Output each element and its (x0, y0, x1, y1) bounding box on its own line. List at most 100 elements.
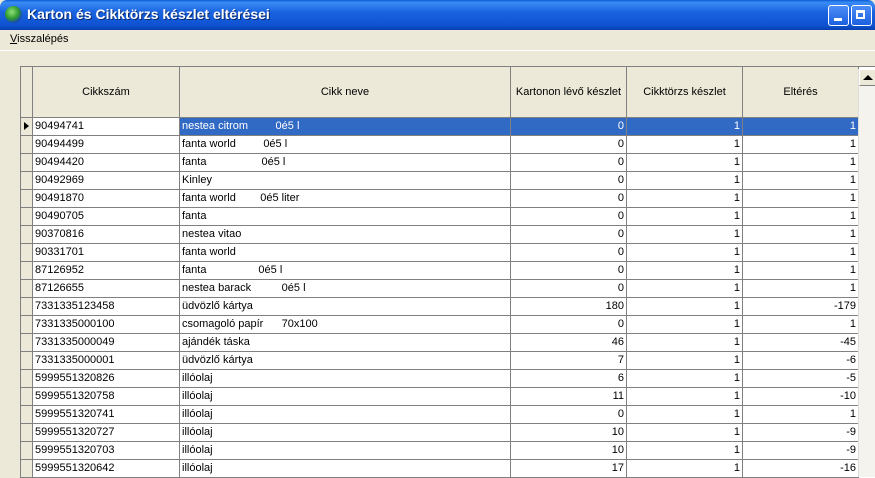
cell-difference[interactable]: -5 (743, 370, 859, 388)
cell-card-stock[interactable]: 0 (511, 316, 627, 334)
row-selector[interactable] (21, 154, 33, 172)
col-header-master-stock[interactable]: Cikktörzs készlet (627, 67, 743, 118)
cell-difference[interactable]: -9 (743, 442, 859, 460)
cell-item-number[interactable]: 90490705 (33, 208, 180, 226)
cell-master-stock[interactable]: 1 (627, 460, 743, 478)
table-row[interactable]: 7331335000049 ajándék táska 46 1 -45 (33, 334, 859, 352)
cell-master-stock[interactable]: 1 (627, 280, 743, 298)
cell-master-stock[interactable]: 1 (627, 190, 743, 208)
cell-item-name[interactable]: fanta world 0é5 liter (180, 190, 511, 208)
cell-master-stock[interactable]: 1 (627, 172, 743, 190)
cell-master-stock[interactable]: 1 (627, 370, 743, 388)
table-row[interactable]: 7331335123458 üdvözlő kártya 180 1 -179 (33, 298, 859, 316)
cell-item-name[interactable]: illóolaj (180, 460, 511, 478)
cell-card-stock[interactable]: 0 (511, 118, 627, 136)
minimize-button[interactable] (828, 5, 849, 26)
row-selector[interactable] (21, 208, 33, 226)
cell-card-stock[interactable]: 0 (511, 244, 627, 262)
col-header-difference[interactable]: Eltérés (743, 67, 859, 118)
cell-card-stock[interactable]: 17 (511, 460, 627, 478)
table-row[interactable]: 5999551320703 illóolaj 10 1 -9 (33, 442, 859, 460)
cell-card-stock[interactable]: 0 (511, 154, 627, 172)
cell-card-stock[interactable]: 0 (511, 208, 627, 226)
table-row[interactable]: 5999551320642 illóolaj 17 1 -16 (33, 460, 859, 478)
cell-master-stock[interactable]: 1 (627, 208, 743, 226)
cell-master-stock[interactable]: 1 (627, 154, 743, 172)
table-row[interactable]: 87126952 fanta 0é5 l011 (33, 262, 859, 280)
row-selector[interactable] (21, 370, 33, 388)
cell-difference[interactable]: -16 (743, 460, 859, 478)
cell-item-number[interactable]: 87126655 (33, 280, 180, 298)
current-row-indicator[interactable] (21, 118, 33, 136)
cell-card-stock[interactable]: 0 (511, 172, 627, 190)
col-header-item-number[interactable]: Cikkszám (33, 67, 180, 118)
table-row[interactable]: 87126655 nestea barack 0é5 l011 (33, 280, 859, 298)
cell-master-stock[interactable]: 1 (627, 298, 743, 316)
data-grid[interactable]: Cikkszám Cikk neve Kartonon lévő készlet Ci… (20, 66, 875, 478)
cell-difference[interactable]: 1 (743, 316, 859, 334)
cell-difference[interactable]: 1 (743, 262, 859, 280)
cell-item-number[interactable]: 7331335123458 (33, 298, 180, 316)
row-selector[interactable] (21, 136, 33, 154)
cell-item-name[interactable]: fanta 0é5 l (180, 262, 511, 280)
cell-item-number[interactable]: 5999551320741 (33, 406, 180, 424)
cell-master-stock[interactable]: 1 (627, 136, 743, 154)
cell-difference[interactable]: 1 (743, 226, 859, 244)
cell-item-number[interactable]: 7331335000049 (33, 334, 180, 352)
cell-item-number[interactable]: 90494741 (33, 118, 180, 136)
col-header-item-name[interactable]: Cikk neve (180, 67, 511, 118)
cell-card-stock[interactable]: 11 (511, 388, 627, 406)
cell-item-name[interactable]: nestea vitao (180, 226, 511, 244)
cell-difference[interactable]: 1 (743, 172, 859, 190)
cell-item-name[interactable]: nestea barack 0é5 l (180, 280, 511, 298)
cell-item-number[interactable]: 90370816 (33, 226, 180, 244)
cell-card-stock[interactable]: 0 (511, 190, 627, 208)
cell-item-name[interactable]: Kinley (180, 172, 511, 190)
cell-item-name[interactable]: illóolaj (180, 442, 511, 460)
cell-card-stock[interactable]: 0 (511, 136, 627, 154)
cell-difference[interactable]: -9 (743, 424, 859, 442)
row-selector[interactable] (21, 190, 33, 208)
cell-item-name[interactable]: illóolaj (180, 424, 511, 442)
cell-item-number[interactable]: 90494499 (33, 136, 180, 154)
col-header-card-stock[interactable]: Kartonon lévő készlet (511, 67, 627, 118)
cell-master-stock[interactable]: 1 (627, 442, 743, 460)
cell-difference[interactable]: -45 (743, 334, 859, 352)
cell-item-number[interactable]: 5999551320642 (33, 460, 180, 478)
row-selector[interactable] (21, 424, 33, 442)
cell-difference[interactable]: -179 (743, 298, 859, 316)
cell-item-name[interactable]: fanta (180, 208, 511, 226)
row-selector[interactable] (21, 226, 33, 244)
cell-item-number[interactable]: 7331335000100 (33, 316, 180, 334)
cell-master-stock[interactable]: 1 (627, 424, 743, 442)
cell-item-name[interactable]: nestea citrom 0é5 l (180, 118, 511, 136)
cell-difference[interactable]: 1 (743, 118, 859, 136)
cell-item-name[interactable]: illóolaj (180, 388, 511, 406)
row-selector[interactable] (21, 352, 33, 370)
cell-item-name[interactable]: fanta world 0é5 l (180, 136, 511, 154)
row-selector[interactable] (21, 172, 33, 190)
cell-item-name[interactable]: ajándék táska (180, 334, 511, 352)
cell-item-number[interactable]: 90331701 (33, 244, 180, 262)
row-selector[interactable] (21, 460, 33, 478)
cell-master-stock[interactable]: 1 (627, 244, 743, 262)
vertical-scrollbar[interactable] (858, 69, 875, 477)
table-row[interactable]: 5999551320727 illóolaj 10 1 -9 (33, 424, 859, 442)
cell-difference[interactable]: 1 (743, 136, 859, 154)
cell-difference[interactable]: -10 (743, 388, 859, 406)
cell-item-name[interactable]: fanta world (180, 244, 511, 262)
table-row[interactable]: 90331701 fanta world 0 1 1 (33, 244, 859, 262)
maximize-button[interactable] (851, 5, 872, 26)
scroll-up-arrow-icon[interactable] (859, 69, 875, 86)
menu-back[interactable]: Visszalépés (10, 33, 69, 45)
cell-master-stock[interactable]: 1 (627, 352, 743, 370)
table-row[interactable]: 90492969 Kinley 0 1 1 (33, 172, 859, 190)
cell-item-number[interactable]: 5999551320826 (33, 370, 180, 388)
table-row[interactable]: 7331335000100 csomagoló papír 70x100 0 1 1 (33, 316, 859, 334)
row-selector[interactable] (21, 262, 33, 280)
cell-master-stock[interactable]: 1 (627, 388, 743, 406)
cell-item-number[interactable]: 7331335000001 (33, 352, 180, 370)
cell-item-number[interactable]: 90491870 (33, 190, 180, 208)
row-selector[interactable] (21, 334, 33, 352)
row-selector[interactable] (21, 442, 33, 460)
